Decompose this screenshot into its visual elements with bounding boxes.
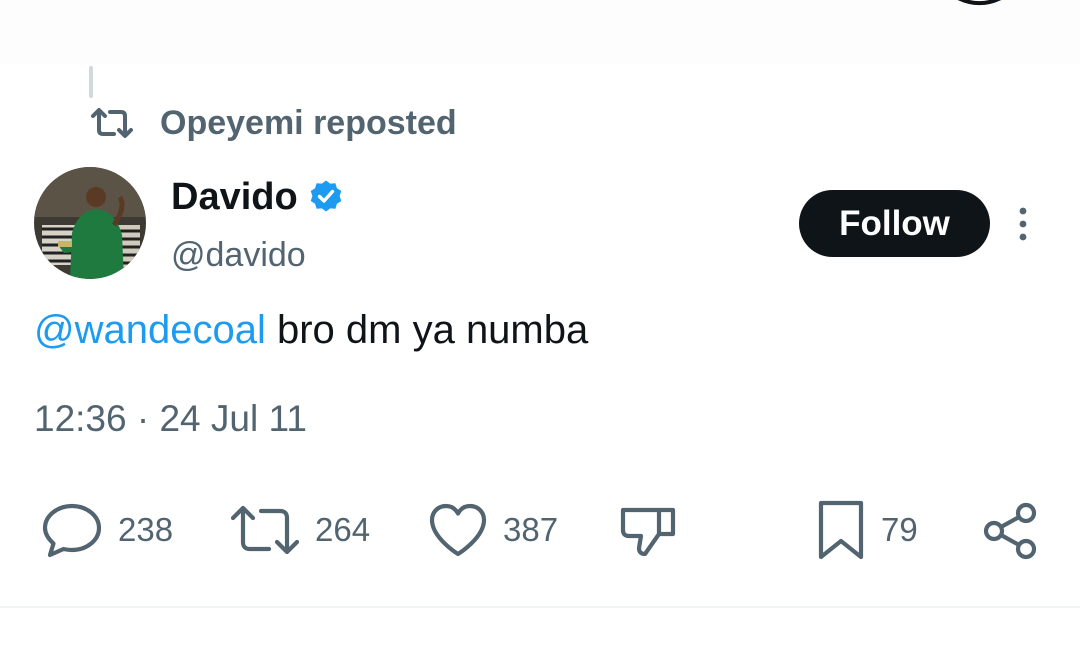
repost-icon	[91, 108, 133, 138]
more-options-button[interactable]	[1008, 204, 1038, 244]
tweet-actions: 238 264 387 79	[0, 490, 1080, 570]
tweet-text: @wandecoal bro dm ya numba	[34, 308, 588, 353]
partial-icon	[957, 0, 1002, 6]
profile-photo	[34, 167, 146, 279]
more-vertical-icon	[1019, 207, 1027, 241]
share-button[interactable]	[980, 490, 1040, 570]
repost-label: Opeyemi reposted	[160, 103, 457, 142]
repost-button[interactable]: 264	[229, 490, 370, 570]
share-icon	[983, 502, 1037, 560]
meta-separator: ·	[126, 398, 160, 439]
verified-badge-icon	[308, 179, 344, 215]
reply-icon	[42, 503, 102, 558]
follow-button[interactable]: Follow	[799, 190, 990, 257]
repost-count: 264	[315, 511, 371, 548]
thumbs-down-icon	[620, 507, 676, 557]
downvote-button[interactable]	[619, 490, 679, 570]
heart-icon	[429, 503, 487, 557]
tweet-timestamp[interactable]: 12:36 · 24 Jul 11	[34, 398, 307, 440]
bookmark-icon	[818, 500, 864, 560]
avatar[interactable]	[34, 167, 146, 279]
author-name[interactable]: Davido	[171, 176, 298, 219]
author-handle[interactable]: @davido	[171, 236, 306, 275]
top-bar	[0, 0, 1080, 64]
bookmark-button[interactable]: 79	[815, 490, 918, 570]
reply-button[interactable]: 238	[40, 490, 173, 570]
tweet-body: bro dm ya numba	[265, 308, 589, 352]
divider	[0, 606, 1080, 608]
like-count: 387	[503, 511, 559, 548]
author-name-row: Davido	[171, 174, 344, 220]
tweet-date: 24 Jul 11	[159, 398, 307, 439]
repost-icon	[230, 505, 300, 555]
tweet-time: 12:36	[34, 398, 127, 439]
bookmark-count: 79	[881, 511, 918, 548]
reply-count: 238	[118, 511, 174, 548]
like-button[interactable]: 387	[427, 490, 558, 570]
repost-context[interactable]: Opeyemi reposted	[90, 103, 457, 143]
thread-connector-line	[89, 66, 93, 98]
mention-link[interactable]: @wandecoal	[34, 308, 266, 352]
